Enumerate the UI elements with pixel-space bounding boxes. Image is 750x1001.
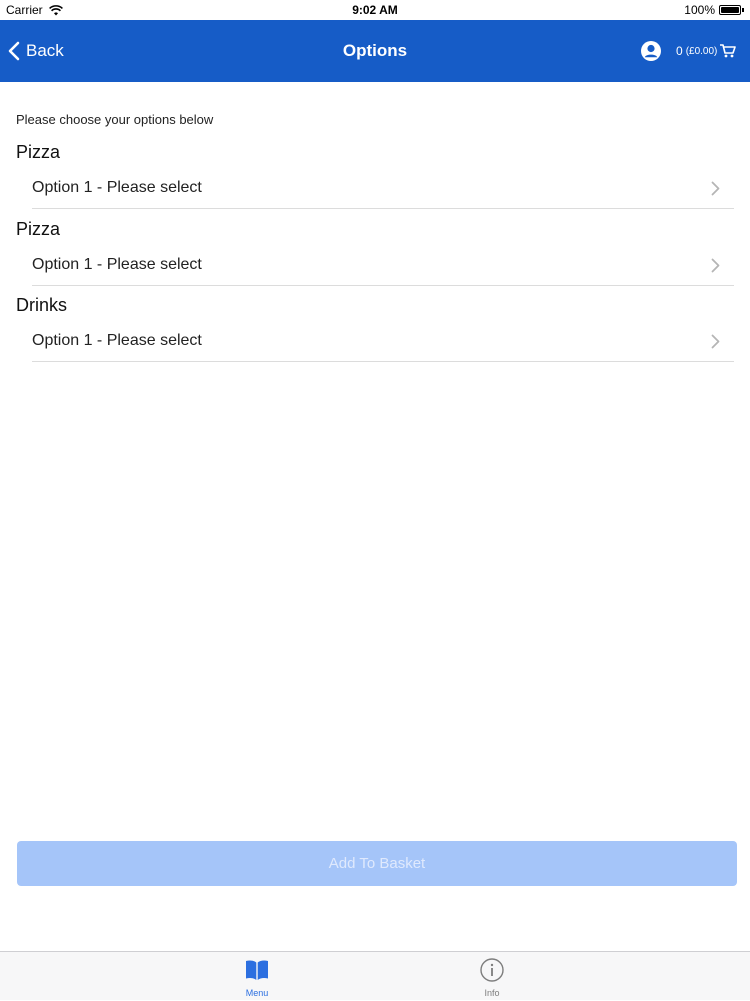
battery-percent: 100% xyxy=(684,3,715,17)
chevron-right-icon xyxy=(711,181,720,196)
chevron-right-icon xyxy=(711,334,720,349)
account-button[interactable] xyxy=(640,20,662,82)
battery-icon xyxy=(719,5,741,15)
basket-count: 0 xyxy=(676,44,683,58)
status-time: 9:02 AM xyxy=(352,3,398,17)
shopping-cart-icon xyxy=(720,44,737,58)
tab-bar: Menu Info xyxy=(0,951,750,1000)
tab-info[interactable]: Info xyxy=(432,952,552,1001)
tab-label: Info xyxy=(484,988,500,998)
add-to-basket-button[interactable]: Add To Basket xyxy=(17,841,737,886)
tab-menu[interactable]: Menu xyxy=(197,952,317,1001)
tab-label: Menu xyxy=(245,988,269,998)
option-select-row[interactable]: Option 1 - Please select xyxy=(32,323,734,362)
option-label: Option 1 - Please select xyxy=(32,179,202,196)
option-label: Option 1 - Please select xyxy=(32,332,202,349)
account-icon xyxy=(641,41,661,61)
basket-button[interactable]: 0 (£0.00) xyxy=(676,20,737,82)
instructions-text: Please choose your options below xyxy=(16,112,214,127)
page-title: Options xyxy=(342,41,408,60)
option-select-row[interactable]: Option 1 - Please select xyxy=(32,247,734,286)
status-bar: Carrier 9:02 AM 100% xyxy=(0,0,750,20)
navigation-bar: Back Options 0 (£0.00) xyxy=(0,20,750,82)
book-open-icon xyxy=(246,960,268,980)
group-title: Drinks xyxy=(16,295,68,315)
option-label: Option 1 - Please select xyxy=(32,256,202,273)
chevron-right-icon xyxy=(711,258,720,273)
option-select-row[interactable]: Option 1 - Please select xyxy=(32,170,734,209)
basket-total: (£0.00) xyxy=(685,45,718,57)
battery-tip xyxy=(742,8,744,12)
status-right: 100% xyxy=(684,3,744,17)
info-circle-icon xyxy=(480,958,504,982)
group-title: Pizza xyxy=(16,219,61,239)
group-title: Pizza xyxy=(16,142,61,162)
